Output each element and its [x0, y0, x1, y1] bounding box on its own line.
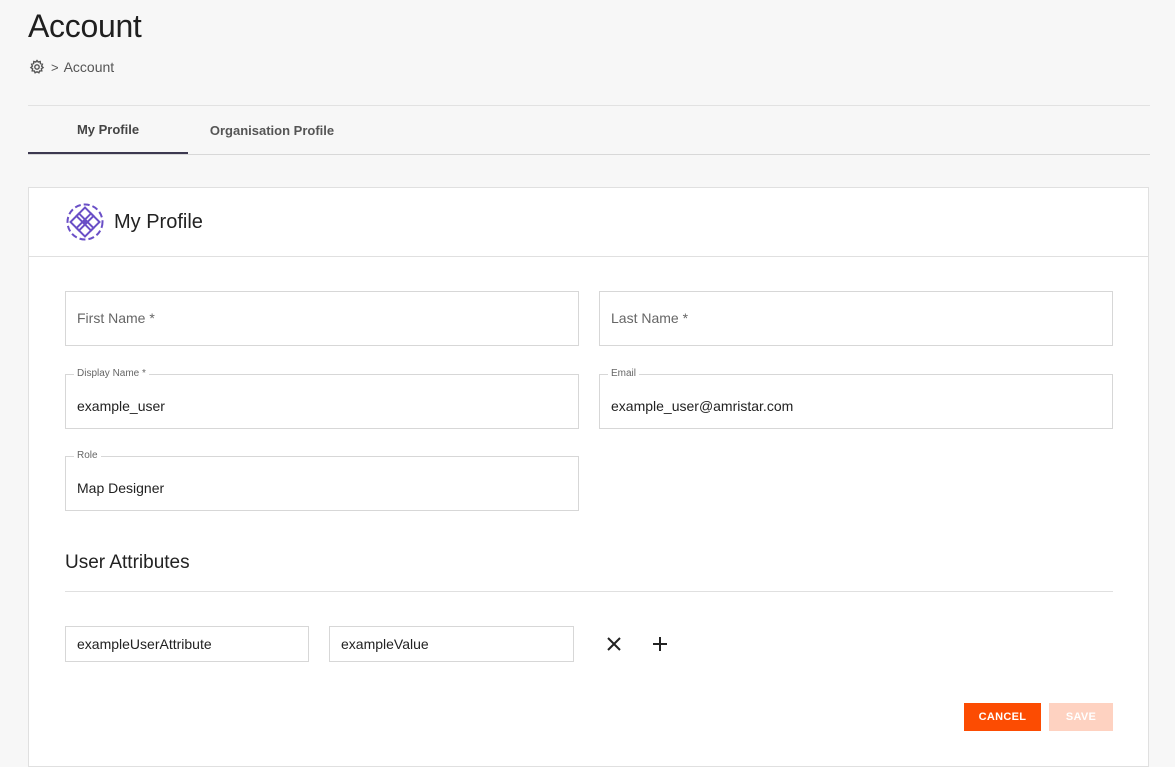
breadcrumb-current: Account [63, 59, 115, 75]
card-title: My Profile [114, 210, 203, 233]
email-field[interactable]: Email example_user@amristar.com [599, 368, 1113, 429]
attribute-key-input[interactable]: exampleUserAttribute [65, 626, 309, 662]
cancel-button[interactable]: CANCEL [964, 703, 1041, 731]
profile-card: My Profile First Name * Last Name * Disp… [28, 187, 1149, 767]
display-name-value: example_user [77, 398, 165, 414]
email-label: Email [608, 368, 640, 379]
first-name-placeholder: First Name * [77, 310, 155, 326]
breadcrumb-separator: > [51, 59, 59, 75]
role-value: Map Designer [77, 480, 165, 496]
plus-icon[interactable] [648, 632, 672, 656]
attribute-value-input[interactable]: exampleValue [329, 626, 574, 662]
user-attributes-title: User Attributes [65, 552, 190, 573]
role-label: Role [74, 450, 101, 461]
display-name-label: Display Name * [74, 368, 149, 379]
page-title: Account [28, 8, 142, 44]
profile-logo-icon [65, 202, 105, 242]
first-name-field[interactable]: First Name * [65, 291, 579, 346]
save-button[interactable]: SAVE [1049, 703, 1113, 731]
last-name-placeholder: Last Name * [611, 310, 689, 326]
tab-my-profile[interactable]: My Profile [28, 106, 188, 154]
gear-icon[interactable] [29, 59, 45, 75]
card-header: My Profile [29, 188, 1148, 257]
email-value: example_user@amristar.com [611, 398, 794, 414]
display-name-field[interactable]: Display Name * example_user [65, 368, 579, 429]
close-icon[interactable] [602, 632, 626, 656]
last-name-field[interactable]: Last Name * [599, 291, 1113, 346]
section-divider [65, 591, 1113, 592]
breadcrumb: > Account [29, 59, 114, 75]
tab-organisation-profile[interactable]: Organisation Profile [188, 106, 356, 154]
role-field[interactable]: Role Map Designer [65, 450, 579, 511]
tab-bar: My Profile Organisation Profile [28, 106, 1150, 155]
